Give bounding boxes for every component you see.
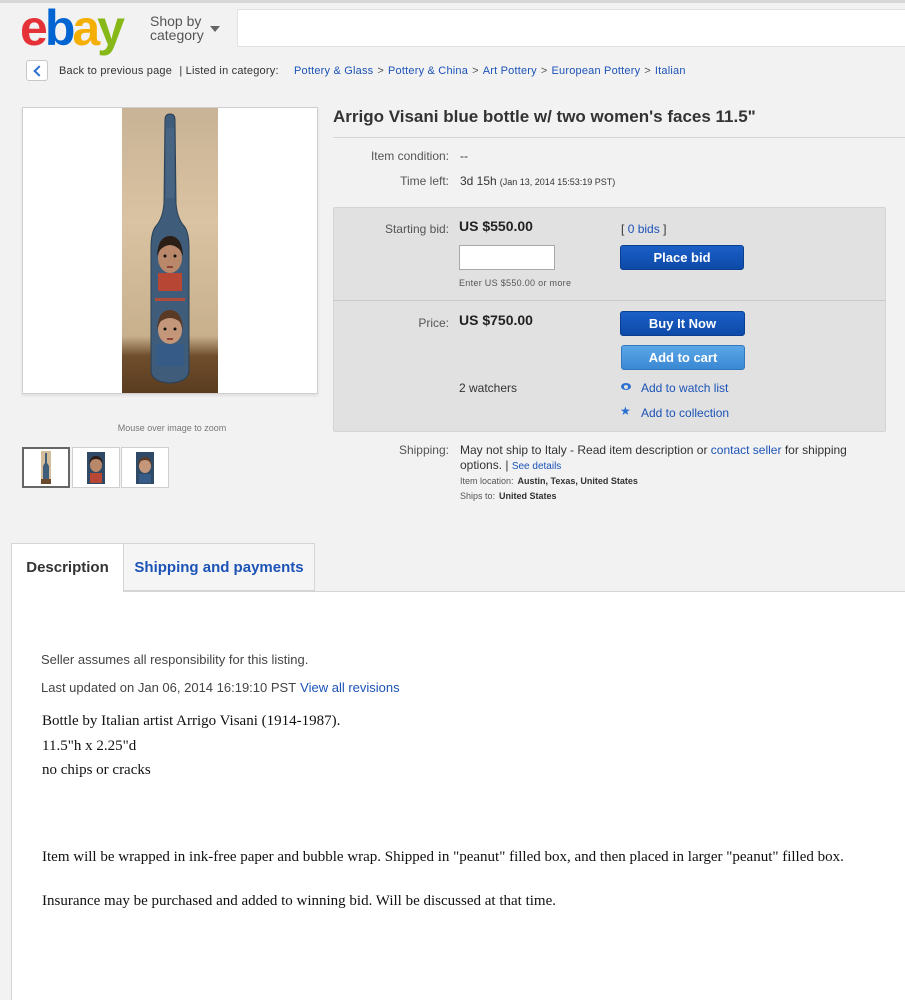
- zoom-hint: Mouse over image to zoom: [117, 423, 227, 433]
- breadcrumb: Back to previous page | Listed in catego…: [59, 65, 686, 77]
- bid-count-link[interactable]: 0 bids: [628, 222, 660, 236]
- breadcrumb-separator: >: [644, 65, 651, 77]
- shop-by-label: Shop by: [150, 13, 202, 29]
- top-border: [0, 0, 905, 3]
- thumbnail-face-image: [87, 452, 105, 484]
- item-location-label: Item location:: [460, 476, 514, 486]
- add-to-collection-link[interactable]: Add to collection: [641, 406, 729, 420]
- description-line: 11.5"h x 2.25"d: [42, 738, 137, 754]
- breadcrumb-separator: >: [472, 65, 479, 77]
- logo-letter-y: y: [97, 0, 125, 56]
- bottle-illustration: [150, 113, 190, 384]
- back-to-previous-link[interactable]: Back to previous page: [59, 65, 172, 77]
- thumbnail-3[interactable]: [121, 447, 169, 488]
- shop-by-category-button[interactable]: Shop by category: [150, 14, 204, 42]
- view-all-revisions-link[interactable]: View all revisions: [300, 680, 399, 695]
- tab-description[interactable]: Description: [11, 543, 124, 592]
- search-input[interactable]: [237, 9, 905, 47]
- bid-amount-input[interactable]: [459, 245, 555, 270]
- time-left-end-date: (Jan 13, 2014 15:53:19 PST): [499, 177, 616, 187]
- star-icon[interactable]: ★: [620, 404, 631, 418]
- bid-count: [ 0 bids ]: [621, 222, 666, 236]
- eye-icon[interactable]: [621, 383, 631, 390]
- thumbnail-1[interactable]: [22, 447, 70, 488]
- thumbnail-bottle-image: [41, 451, 51, 484]
- price-value: US $750.00: [459, 312, 533, 328]
- breadcrumb-italian[interactable]: Italian: [655, 65, 686, 77]
- time-left-remaining: 3d 15h: [460, 174, 497, 188]
- title-divider: [333, 137, 905, 138]
- shipping-info: May not ship to Italy - Read item descri…: [460, 443, 890, 474]
- bid-count-open: [: [621, 222, 625, 236]
- breadcrumb-separator: >: [377, 65, 385, 77]
- logo-letter-a: a: [72, 0, 100, 56]
- place-bid-button[interactable]: Place bid: [620, 245, 744, 270]
- logo-letter-e: e: [20, 0, 48, 56]
- condition-label: Item condition:: [370, 149, 449, 163]
- thumbnail-face-image: [136, 452, 154, 484]
- tab-shipping-and-payments[interactable]: Shipping and payments: [124, 543, 315, 591]
- condition-value: --: [460, 149, 468, 163]
- listed-in-label: | Listed in category:: [179, 65, 279, 77]
- thumbnail-2[interactable]: [72, 447, 120, 488]
- add-to-cart-button[interactable]: Add to cart: [621, 345, 745, 370]
- starting-bid-value: US $550.00: [459, 218, 533, 234]
- starting-bid-label: Starting bid:: [384, 222, 449, 236]
- description-line: Bottle by Italian artist Arrigo Visani (…: [42, 713, 341, 729]
- add-to-watch-list-link[interactable]: Add to watch list: [641, 381, 728, 395]
- shipping-text-1: May not ship to Italy - Read item descri…: [460, 443, 711, 457]
- contact-seller-link[interactable]: contact seller: [711, 443, 782, 457]
- category-label: category: [150, 27, 204, 43]
- buy-it-now-button[interactable]: Buy It Now: [620, 311, 745, 336]
- breadcrumb-pottery-china[interactable]: Pottery & China: [388, 65, 468, 77]
- bid-count-close: ]: [663, 222, 667, 236]
- breadcrumb-european-pottery[interactable]: European Pottery: [551, 65, 640, 77]
- price-label: Price:: [418, 316, 449, 330]
- watchers-count: 2 watchers: [459, 381, 518, 395]
- description-line: no chips or cracks: [42, 762, 151, 778]
- shipping-label: Shipping:: [398, 443, 449, 457]
- last-updated: Last updated on Jan 06, 2014 16:19:10 PS…: [41, 680, 400, 695]
- time-left-value: 3d 15h (Jan 13, 2014 15:53:19 PST): [460, 174, 615, 188]
- see-details-link[interactable]: See details: [512, 461, 561, 472]
- ebay-logo[interactable]: ebay: [20, 0, 125, 56]
- last-updated-text: Last updated on Jan 06, 2014 16:19:10 PS…: [41, 680, 297, 695]
- breadcrumb-art-pottery[interactable]: Art Pottery: [483, 65, 537, 77]
- breadcrumb-pottery-glass[interactable]: Pottery & Glass: [294, 65, 373, 77]
- logo-letter-b: b: [44, 0, 75, 56]
- item-location: Item location: Austin, Texas, United Stat…: [460, 476, 638, 486]
- ships-to-value: United States: [499, 491, 557, 501]
- breadcrumb-separator: >: [540, 65, 548, 77]
- time-left-label: Time left:: [400, 174, 449, 188]
- bottle-photo[interactable]: [122, 108, 218, 393]
- back-arrow-icon[interactable]: [26, 60, 48, 81]
- bid-hint: Enter US $550.00 or more: [459, 278, 572, 288]
- ships-to-label: Ships to:: [460, 491, 496, 501]
- description-line: Insurance may be purchased and added to …: [42, 893, 556, 909]
- seller-responsibility-note: Seller assumes all responsibility for th…: [41, 652, 309, 667]
- item-location-value: Austin, Texas, United States: [517, 476, 638, 486]
- ships-to: Ships to: United States: [460, 491, 557, 501]
- listing-title: Arrigo Visani blue bottle w/ two women's…: [333, 107, 756, 126]
- bid-box-divider: [334, 300, 885, 301]
- chevron-down-icon[interactable]: [210, 26, 220, 32]
- description-line: Item will be wrapped in ink-free paper a…: [42, 849, 844, 865]
